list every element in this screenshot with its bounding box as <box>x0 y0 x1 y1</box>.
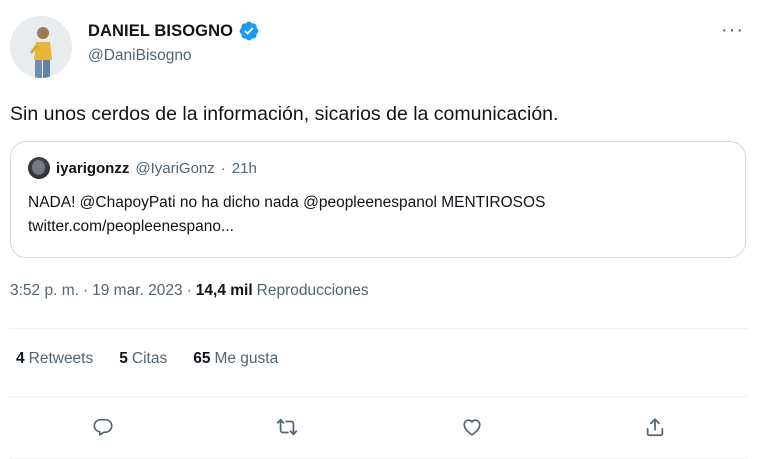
quoted-text-line1: NADA! @ChapoyPati no ha dicho nada @peop… <box>28 194 546 211</box>
avatar-photo <box>10 16 72 78</box>
retweet-button[interactable] <box>270 410 304 444</box>
quotes-count: 5 <box>119 350 128 367</box>
views-label: Reproducciones <box>256 282 369 299</box>
author-info: DANIEL BISOGNO @DaniBisogno <box>88 20 260 65</box>
quoted-time: 21h <box>231 159 257 177</box>
quotes-stat[interactable]: 5 Citas <box>119 350 167 368</box>
author-display-name[interactable]: DANIEL BISOGNO <box>88 22 233 41</box>
quoted-tweet[interactable]: iyarigonzz @IyariGonz · 21h NADA! @Chapo… <box>10 141 746 258</box>
retweet-icon <box>276 418 298 436</box>
action-bar <box>0 410 768 444</box>
heart-icon <box>463 419 481 436</box>
like-button[interactable] <box>455 410 489 444</box>
tweet-time[interactable]: 3:52 p. m. <box>10 282 79 300</box>
quoted-text: NADA! @ChapoyPati no ha dicho nada @peop… <box>28 191 728 239</box>
engagement-stats: 4 Retweets 5 Citas 65 Me gusta <box>16 350 278 368</box>
retweets-label: Retweets <box>28 350 94 367</box>
divider <box>10 328 748 329</box>
more-options-button[interactable]: ··· <box>721 20 744 40</box>
meta-separator: · <box>82 282 89 299</box>
quoted-name: iyarigonzz <box>56 159 130 177</box>
tweet: DANIEL BISOGNO @DaniBisogno ··· Sin unos… <box>0 0 768 459</box>
share-icon <box>646 418 664 437</box>
author-avatar[interactable] <box>10 16 72 78</box>
quoted-tweet-header: iyarigonzz @IyariGonz · 21h <box>28 157 257 179</box>
likes-stat[interactable]: 65 Me gusta <box>193 350 278 368</box>
tweet-metadata: 3:52 p. m. · 19 mar. 2023 · 14,4 mil Rep… <box>10 282 369 300</box>
reply-button[interactable] <box>86 410 120 444</box>
meta-separator: · <box>186 282 192 299</box>
divider <box>10 396 748 397</box>
quoted-separator: · <box>220 159 226 177</box>
quoted-avatar <box>28 157 50 179</box>
quoted-text-line2: twitter.com/peopleenespano... <box>28 218 234 235</box>
reply-icon <box>93 418 113 436</box>
display-name-row: DANIEL BISOGNO <box>88 20 260 42</box>
tweet-text: Sin unos cerdos de la información, sicar… <box>10 103 559 125</box>
likes-count: 65 <box>193 350 211 367</box>
share-button[interactable] <box>638 410 672 444</box>
views-count: 14,4 mil <box>195 282 253 299</box>
retweets-count: 4 <box>16 350 25 367</box>
retweets-stat[interactable]: 4 Retweets <box>16 350 93 368</box>
author-handle[interactable]: @DaniBisogno <box>88 47 260 65</box>
quotes-label: Citas <box>131 350 168 367</box>
verified-badge-icon <box>238 20 260 42</box>
likes-label: Me gusta <box>214 350 279 367</box>
quoted-handle: @IyariGonz <box>135 159 215 177</box>
tweet-date[interactable]: 19 mar. 2023 <box>92 282 182 300</box>
